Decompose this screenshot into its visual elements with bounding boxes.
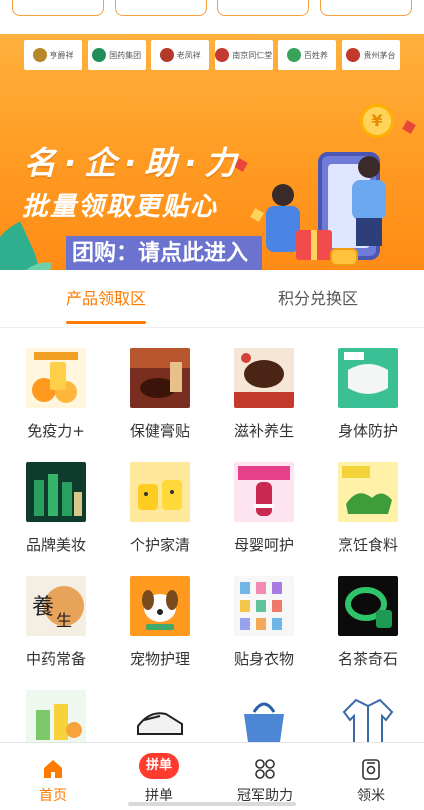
green-vegetable-icon [338, 462, 398, 522]
home-indicator[interactable] [128, 802, 296, 806]
vitamin-c-orange-icon [26, 348, 86, 408]
home-icon [41, 757, 65, 781]
health-calligraphy-icon: 養生 [26, 576, 86, 636]
nourishing-cake-icon [234, 348, 294, 408]
grid-circles-icon [253, 757, 277, 781]
dog-icon [130, 576, 190, 636]
group-buy-entry-button[interactable]: 团购：请点此进入 [66, 236, 262, 270]
category-item[interactable]: 保健膏贴 [108, 330, 212, 444]
nav-home[interactable]: 首页 [0, 743, 106, 810]
category-item[interactable]: 養生 中药常备 [4, 558, 108, 672]
baby-bottle-icon [234, 462, 294, 522]
blue-handbag-icon [234, 690, 294, 750]
brand-mark-icon [32, 48, 47, 62]
group-buy-badge-icon: 拼单 [139, 753, 179, 779]
category-label: 品牌美妆 [25, 536, 86, 554]
category-label: 宠物护理 [129, 650, 190, 668]
brand-logo: 老凤祥 [151, 40, 210, 70]
tab-product-claim[interactable]: 产品领取区 [0, 270, 212, 327]
category-label: 个护家清 [129, 536, 190, 554]
coin-stack-icon [330, 248, 358, 266]
brand-mark-icon [215, 48, 230, 62]
brand-mark-icon [159, 48, 174, 62]
man-illustration [346, 156, 390, 256]
svg-text:生: 生 [56, 611, 72, 630]
category-item[interactable]: 个护家清 [108, 444, 212, 558]
category-item[interactable]: 品牌美妆 [4, 444, 108, 558]
nav-collect-rice-label: 领米 [357, 788, 385, 804]
tab-points-exchange[interactable]: 积分兑换区 [212, 270, 424, 327]
category-label: 母婴呵护 [233, 536, 294, 554]
fruit-juice-icon [26, 690, 86, 750]
category-item[interactable]: 身体防护 [316, 330, 420, 444]
top-filter-button-2[interactable] [114, 0, 207, 16]
brand-mark-icon [92, 48, 107, 62]
jade-bracelet-icon [338, 576, 398, 636]
cosmetic-bottles-icon [26, 462, 86, 522]
brand-logo: 百姓养 [278, 40, 337, 70]
nav-champion-boost[interactable]: 冠军助力 [212, 743, 318, 810]
sneaker-icon [130, 690, 190, 750]
nav-group-buy[interactable]: 拼单 拼单 [106, 743, 212, 810]
herbal-paste-icon [130, 348, 190, 408]
category-item[interactable]: 滋补养生 [212, 330, 316, 444]
top-filter-button-1[interactable] [12, 0, 104, 16]
yen-coin-icon: ¥ [360, 104, 394, 138]
section-tabs: 产品领取区 积分兑换区 [0, 270, 424, 328]
category-item[interactable]: 名茶奇石 [316, 558, 420, 672]
promo-banner[interactable]: 亨爵祥 国药集团 老凤祥 南京同仁堂 百姓养 贵州茅台 ¥ 名·企·助·力 批量… [0, 34, 424, 270]
category-item[interactable]: 母婴呵护 [212, 444, 316, 558]
category-label: 滋补养生 [233, 422, 294, 440]
brand-logo: 南京同仁堂 [214, 40, 273, 70]
category-item[interactable]: 贴身衣物 [212, 558, 316, 672]
brand-logo: 贵州茅台 [341, 40, 400, 70]
category-label: 贴身衣物 [233, 650, 294, 668]
brand-logo-row: 亨爵祥 国药集团 老凤祥 南京同仁堂 百姓养 贵州茅台 [24, 40, 400, 72]
banner-subline: 批量领取更贴心 [22, 192, 219, 222]
group-buy-badge: 拼单 [139, 753, 179, 779]
face-mask-icon [338, 348, 398, 408]
top-filter-buttons [0, 0, 424, 18]
nav-collect-rice[interactable]: 领米 [318, 743, 424, 810]
yellow-cups-icon [130, 462, 190, 522]
top-filter-button-3[interactable] [217, 0, 310, 16]
category-label: 身体防护 [337, 422, 398, 440]
nav-home-label: 首页 [39, 788, 67, 804]
category-label: 保健膏贴 [129, 422, 190, 440]
app-page: 亨爵祥 国药集团 老凤祥 南京同仁堂 百姓养 贵州茅台 ¥ 名·企·助·力 批量… [0, 0, 424, 810]
category-grid: 免疫力+ 保健膏贴 滋补养生 身体防护 品牌美妆 个护家清 母婴呵护 烹饪食料 … [0, 330, 424, 786]
gift-box-icon [296, 230, 332, 260]
category-item[interactable]: 宠物护理 [108, 558, 212, 672]
svg-text:養: 養 [32, 595, 54, 620]
category-label: 烹饪食料 [337, 536, 398, 554]
bottom-navigation: 首页 拼单 拼单 冠军助力 领米 [0, 742, 424, 810]
brand-logo: 国药集团 [87, 40, 146, 70]
rice-bag-icon [359, 757, 383, 781]
brand-logo: 亨爵祥 [24, 40, 82, 70]
category-label: 免疫力+ [27, 422, 85, 440]
banner-headline: 名·企·助·力 [24, 144, 245, 182]
brand-mark-icon [346, 48, 361, 62]
clothing-collection-icon [234, 576, 294, 636]
top-filter-button-4[interactable] [319, 0, 412, 16]
confetti-icon [402, 120, 416, 134]
jacket-outline-icon [338, 690, 398, 750]
category-label: 中药常备 [25, 650, 86, 668]
brand-mark-icon [286, 48, 301, 62]
category-item[interactable]: 烹饪食料 [316, 444, 420, 558]
category-item[interactable]: 免疫力+ [4, 330, 108, 444]
category-label: 名茶奇石 [337, 650, 398, 668]
